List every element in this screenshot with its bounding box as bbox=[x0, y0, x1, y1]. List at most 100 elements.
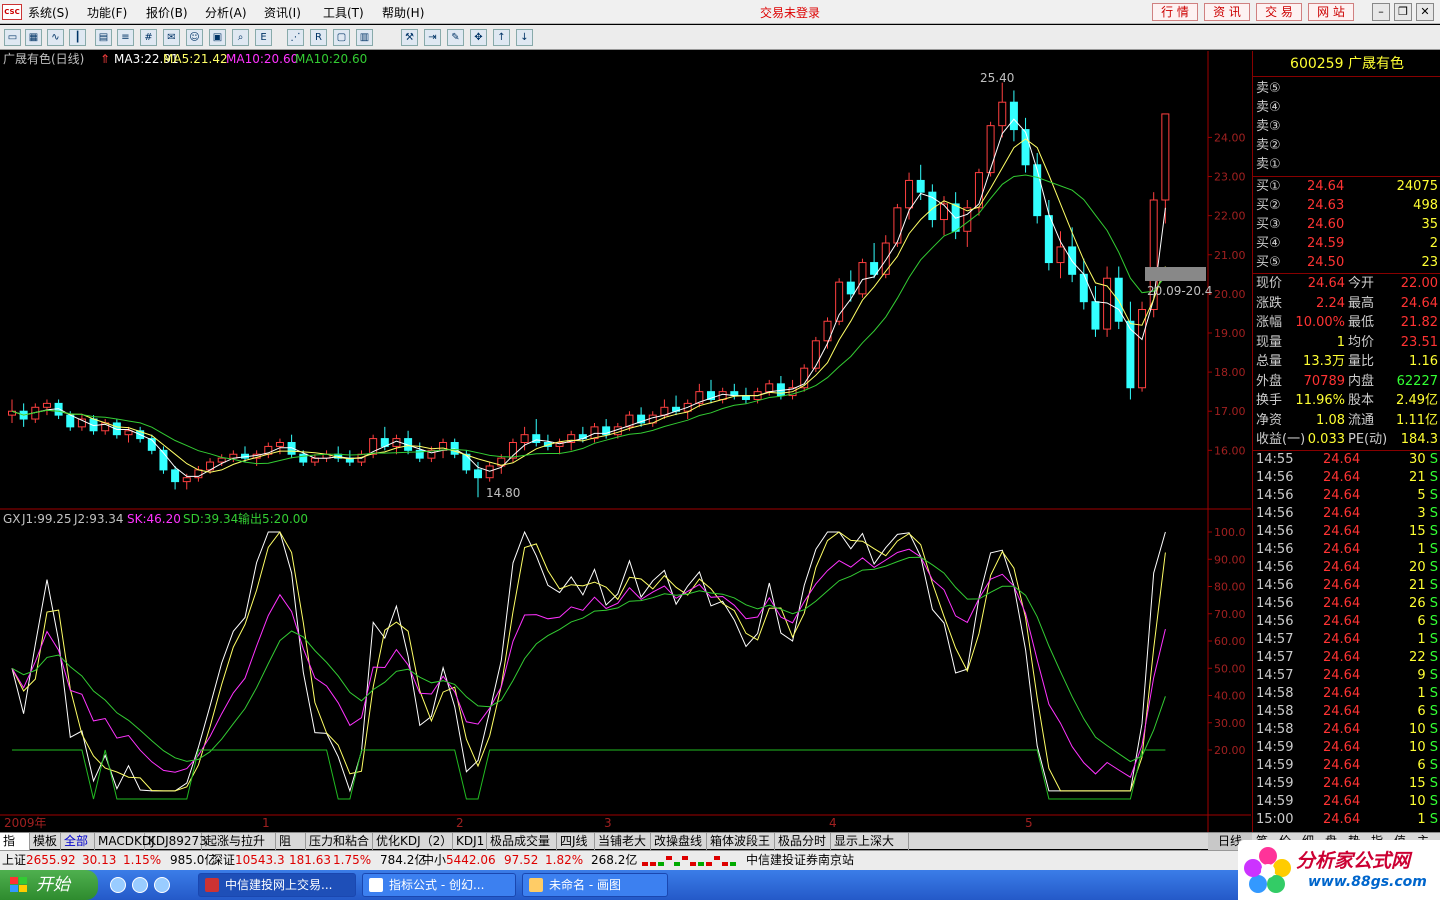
menu-analysis[interactable]: 分析(A) bbox=[205, 4, 247, 21]
tick-row[interactable]: 14:58 24.64 10 S bbox=[1253, 721, 1440, 739]
buy-label: 买③ bbox=[1256, 217, 1281, 232]
indicator-tab[interactable]: 改操盘线 bbox=[651, 833, 707, 850]
indicator-tab[interactable]: 全部 bbox=[61, 833, 95, 850]
tick-row[interactable]: 14:58 24.64 1 S bbox=[1253, 685, 1440, 703]
status-bar: 上证 2655.92 30.13 1.15% 985.0亿 深证 10543.3… bbox=[0, 850, 1440, 870]
tick-row[interactable]: 14:59 24.64 10 S bbox=[1253, 739, 1440, 757]
indicator-tab[interactable]: 阻力 bbox=[276, 833, 306, 864]
tick-row[interactable]: 14:56 24.64 21 S bbox=[1253, 469, 1440, 487]
bars-icon[interactable]: ▥ bbox=[356, 29, 373, 46]
quote-button[interactable]: 行 情 bbox=[1152, 3, 1198, 21]
indicator-tab[interactable]: 四J线 bbox=[557, 833, 595, 850]
buy-row[interactable]: 买⑤ 24.50 23 bbox=[1253, 253, 1440, 272]
mail-icon[interactable]: ✉ bbox=[163, 29, 180, 46]
table-icon[interactable]: ▤ bbox=[95, 29, 112, 46]
indicator-tab[interactable]: 模板 bbox=[30, 833, 61, 850]
buy-row[interactable]: 买③ 24.60 35 bbox=[1253, 215, 1440, 234]
window-icon[interactable]: ▭ bbox=[4, 29, 21, 46]
tick-row[interactable]: 14:59 24.64 10 S bbox=[1253, 793, 1440, 811]
candle-body bbox=[462, 453, 471, 471]
kline-chart[interactable]: 广晟有色(日线) ⇑ MA3:22.91 MA5:21.42 MA10:20.6… bbox=[0, 51, 1251, 832]
tick-row[interactable]: 14:56 24.64 1 S bbox=[1253, 541, 1440, 559]
media-icon[interactable] bbox=[132, 877, 148, 893]
indicator-tab[interactable]: 压力和粘合 bbox=[306, 833, 373, 850]
chart-area[interactable]: 广晟有色(日线) ⇑ MA3:22.91 MA5:21.42 MA10:20.6… bbox=[0, 51, 1251, 832]
ie-icon[interactable] bbox=[110, 877, 126, 893]
indicator-tab[interactable]: MACDKDJ bbox=[95, 833, 155, 850]
tick-row[interactable]: 14:56 24.64 5 S bbox=[1253, 487, 1440, 505]
indicator-tab[interactable]: 指标 bbox=[0, 833, 30, 864]
indicator-tab[interactable]: 箱体波段王 bbox=[707, 833, 775, 850]
list-icon[interactable]: ≡ bbox=[117, 29, 134, 46]
users-icon[interactable]: ☺ bbox=[186, 29, 203, 46]
tick-row[interactable]: 14:57 24.64 22 S bbox=[1253, 649, 1440, 667]
tick-row[interactable]: 14:56 24.64 3 S bbox=[1253, 505, 1440, 523]
sz-change: 181.63 bbox=[289, 853, 331, 867]
restore-icon[interactable]: ❐ bbox=[1394, 3, 1412, 21]
menu-quote[interactable]: 报价(B) bbox=[146, 4, 188, 21]
tick-row[interactable]: 14:56 24.64 21 S bbox=[1253, 577, 1440, 595]
tick-row[interactable]: 15:00 24.64 1 S bbox=[1253, 811, 1440, 829]
info-button[interactable]: 资 讯 bbox=[1204, 3, 1250, 21]
sell-label: 卖① bbox=[1256, 157, 1281, 172]
wrench-icon[interactable]: ⚒ bbox=[401, 29, 418, 46]
candle-body bbox=[846, 281, 855, 295]
tick-row[interactable]: 14:57 24.64 9 S bbox=[1253, 667, 1440, 685]
sell-row[interactable]: 卖② bbox=[1253, 136, 1440, 155]
menu-system[interactable]: 系统(S) bbox=[28, 4, 69, 21]
indicator-tab[interactable]: 当铺老大 bbox=[595, 833, 651, 850]
desktop-icon[interactable] bbox=[154, 877, 170, 893]
etf-icon[interactable]: E bbox=[255, 29, 272, 46]
tick-row[interactable]: 14:57 24.64 1 S bbox=[1253, 631, 1440, 649]
rsi-icon[interactable]: R bbox=[310, 29, 327, 46]
close-icon[interactable]: ✕ bbox=[1416, 3, 1434, 21]
sell-row[interactable]: 卖③ bbox=[1253, 117, 1440, 136]
arrow-up-icon[interactable]: ↑ bbox=[493, 29, 510, 46]
indicator-tab[interactable]: 极品成交量 bbox=[487, 833, 557, 850]
tick-row[interactable]: 14:59 24.64 6 S bbox=[1253, 757, 1440, 775]
menu-help[interactable]: 帮助(H) bbox=[382, 4, 424, 21]
indicator-tab[interactable]: 显示上深大盘 bbox=[831, 833, 909, 864]
calc-icon[interactable]: # bbox=[140, 29, 157, 46]
arrow-down-icon[interactable]: ↓ bbox=[516, 29, 533, 46]
candle-body bbox=[1161, 113, 1170, 201]
tick-row[interactable]: 14:56 24.64 6 S bbox=[1253, 613, 1440, 631]
task-trading[interactable]: 中信建投网上交易... bbox=[198, 873, 356, 897]
indicator-tab[interactable]: KDJ89273 bbox=[145, 833, 207, 850]
tick-row[interactable]: 14:56 24.64 20 S bbox=[1253, 559, 1440, 577]
pencil-icon[interactable]: ✎ bbox=[447, 29, 464, 46]
line-chart-icon[interactable]: ∿ bbox=[47, 29, 64, 46]
tick-row[interactable]: 14:56 24.64 15 S bbox=[1253, 523, 1440, 541]
chart-window-icon[interactable]: ▣ bbox=[209, 29, 226, 46]
trend-icon[interactable]: ⋰ bbox=[287, 29, 304, 46]
minimize-icon[interactable]: – bbox=[1372, 3, 1390, 21]
tick-row[interactable]: 14:56 24.64 26 S bbox=[1253, 595, 1440, 613]
search-icon[interactable]: ⌕ bbox=[232, 29, 249, 46]
indicator-tab[interactable]: 优化KDJ（2） bbox=[373, 833, 453, 850]
tick-row[interactable]: 14:55 24.64 30 S bbox=[1253, 451, 1440, 469]
sell-row[interactable]: 卖⑤ bbox=[1253, 79, 1440, 98]
indicator-tab[interactable]: 极品分时 bbox=[775, 833, 831, 850]
menu-function[interactable]: 功能(F) bbox=[87, 4, 127, 21]
screen-icon[interactable]: ▢ bbox=[333, 29, 350, 46]
export-icon[interactable]: ⇥ bbox=[424, 29, 441, 46]
start-button[interactable]: 开始 bbox=[0, 870, 98, 900]
sell-row[interactable]: 卖④ bbox=[1253, 98, 1440, 117]
grid-icon[interactable]: ▦ bbox=[25, 29, 42, 46]
buy-row[interactable]: 买④ 24.59 2 bbox=[1253, 234, 1440, 253]
sell-row[interactable]: 卖① bbox=[1253, 155, 1440, 174]
indicator-tab[interactable]: KDJ1 bbox=[453, 833, 487, 850]
task-paint[interactable]: 未命名 - 画图 bbox=[522, 873, 668, 897]
trade-button[interactable]: 交 易 bbox=[1256, 3, 1302, 21]
buy-row[interactable]: 买② 24.63 498 bbox=[1253, 196, 1440, 215]
website-button[interactable]: 网 站 bbox=[1308, 3, 1354, 21]
menu-tools[interactable]: 工具(T) bbox=[323, 4, 364, 21]
menu-info[interactable]: 资讯(I) bbox=[264, 4, 301, 21]
kline-icon[interactable]: ┃ bbox=[69, 29, 86, 46]
indicator-tab[interactable]: 起涨与拉升2 bbox=[202, 833, 276, 864]
buy-row[interactable]: 买① 24.64 24075 bbox=[1253, 177, 1440, 196]
move-icon[interactable]: ✥ bbox=[470, 29, 487, 46]
tick-row[interactable]: 14:58 24.64 6 S bbox=[1253, 703, 1440, 721]
task-formula[interactable]: 指标公式 - 创幻... bbox=[362, 873, 516, 897]
tick-row[interactable]: 14:59 24.64 15 S bbox=[1253, 775, 1440, 793]
